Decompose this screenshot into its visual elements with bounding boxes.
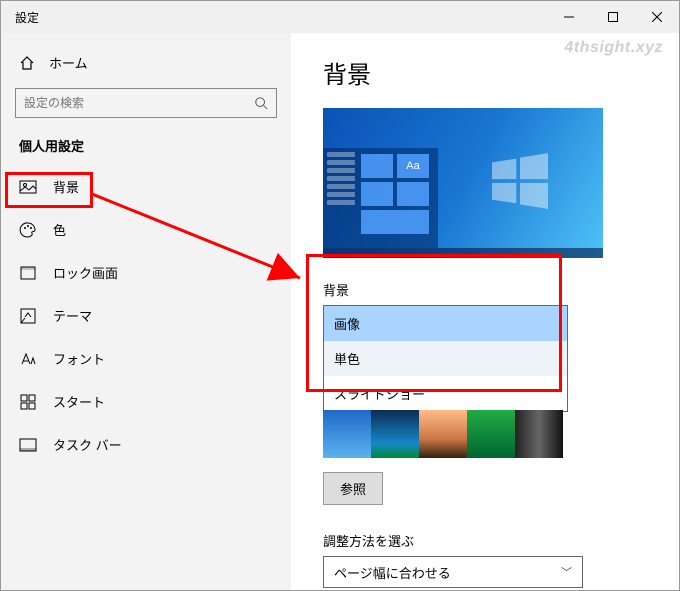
settings-window: 設定 ホーム 個人用設定 背景 (0, 0, 680, 591)
windows-logo-icon (492, 153, 548, 209)
preview-start-menu: Aa (323, 148, 438, 248)
dropdown-option-slideshow[interactable]: スライドショー (324, 376, 567, 411)
picture-thumbnails (323, 410, 647, 458)
home-icon (19, 55, 35, 71)
sidebar-item-label: ロック画面 (53, 263, 118, 282)
sidebar-item-label: タスク バー (53, 435, 122, 454)
home-label: ホーム (49, 53, 88, 72)
fit-select-value: ページ幅に合わせる (334, 563, 451, 582)
background-dropdown[interactable]: 画像 単色 スライドショー (323, 305, 568, 412)
chevron-down-icon: ﹀ (561, 564, 572, 580)
close-icon (652, 12, 662, 22)
close-button[interactable] (635, 1, 679, 33)
thumbnail[interactable] (515, 410, 563, 458)
sidebar-item-themes[interactable]: テーマ (1, 294, 291, 337)
dropdown-option-solid[interactable]: 単色 (324, 341, 567, 376)
sidebar-item-colors[interactable]: 色 (1, 208, 291, 251)
preview-taskbar (323, 248, 603, 258)
thumbnail[interactable] (371, 410, 419, 458)
fit-select[interactable]: ページ幅に合わせる ﹀ (323, 556, 583, 588)
thumbnail[interactable] (419, 410, 467, 458)
dropdown-option-picture[interactable]: 画像 (324, 306, 567, 341)
theme-icon (19, 307, 37, 325)
picture-icon (19, 178, 37, 196)
lockscreen-icon (19, 264, 37, 282)
background-dropdown-label: 背景 (323, 280, 647, 299)
sidebar-item-taskbar[interactable]: タスク バー (1, 423, 291, 466)
sidebar-item-label: フォント (53, 349, 105, 368)
sidebar-item-fonts[interactable]: フォント (1, 337, 291, 380)
sidebar-item-label: テーマ (53, 306, 92, 325)
sidebar-item-background[interactable]: 背景 (1, 165, 291, 208)
sidebar-item-label: 背景 (53, 177, 79, 196)
home-button[interactable]: ホーム (1, 43, 291, 82)
desktop-preview: Aa (323, 108, 603, 258)
thumbnail[interactable] (467, 410, 515, 458)
taskbar-icon (19, 436, 37, 454)
section-heading: 個人用設定 (1, 132, 291, 165)
sidebar-item-lockscreen[interactable]: ロック画面 (1, 251, 291, 294)
browse-button[interactable]: 参照 (323, 472, 383, 505)
start-icon (19, 393, 37, 411)
search-input[interactable] (24, 96, 254, 110)
sidebar: ホーム 個人用設定 背景 色 ロック画面 テーマ (1, 33, 291, 590)
sidebar-item-label: スタート (53, 392, 105, 411)
font-icon (19, 350, 37, 368)
fit-label: 調整方法を選ぶ (323, 531, 647, 550)
minimize-icon (564, 12, 574, 22)
watermark: 4thsight.xyz (565, 39, 663, 57)
minimize-button[interactable] (547, 1, 591, 33)
main-content: 4thsight.xyz 背景 Aa (291, 33, 679, 590)
window-body: ホーム 個人用設定 背景 色 ロック画面 テーマ (1, 33, 679, 590)
maximize-button[interactable] (591, 1, 635, 33)
search-icon (254, 96, 268, 110)
maximize-icon (608, 12, 618, 22)
sidebar-item-start[interactable]: スタート (1, 380, 291, 423)
preview-sample-tile: Aa (397, 154, 429, 178)
window-title: 設定 (1, 9, 547, 26)
sidebar-item-label: 色 (53, 220, 66, 239)
thumbnail[interactable] (323, 410, 371, 458)
titlebar: 設定 (1, 1, 679, 33)
palette-icon (19, 221, 37, 239)
page-title: 背景 (323, 55, 647, 90)
search-input-wrap[interactable] (15, 88, 277, 118)
